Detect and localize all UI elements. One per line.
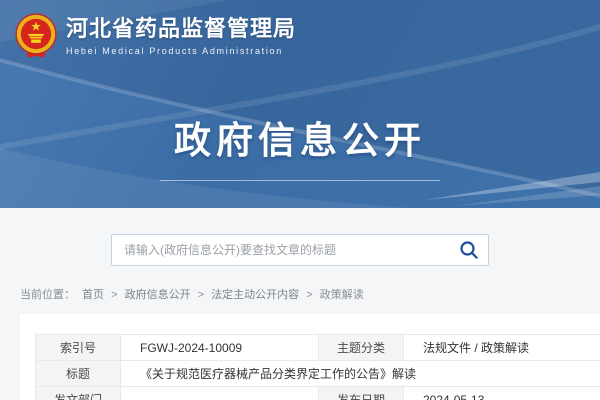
breadcrumb-link-home[interactable]: 首页 xyxy=(82,289,104,301)
subject-category-label: 主题分类 xyxy=(319,335,404,361)
search-box xyxy=(111,234,489,266)
breadcrumb-link-statutory-content[interactable]: 法定主动公开内容 xyxy=(211,289,299,301)
publish-date-value: 2024-05-13 xyxy=(404,387,600,400)
table-row: 发文部门 发布日期 2024-05-13 xyxy=(36,387,600,400)
breadcrumb-link-info-disclosure[interactable]: 政府信息公开 xyxy=(125,289,191,301)
site-title: 河北省药品监督管理局 xyxy=(66,16,296,42)
site-header: 河北省药品监督管理局 Hebei Medical Products Admini… xyxy=(0,0,600,208)
issuing-department-label: 发文部门 xyxy=(36,387,121,400)
banner-underline xyxy=(160,180,440,181)
table-row: 索引号 FGWJ-2024-10009 主题分类 法规文件 / 政策解读 xyxy=(36,335,600,361)
banner-title: 政府信息公开 xyxy=(0,110,600,164)
index-number-label: 索引号 xyxy=(36,335,121,361)
site-subtitle: Hebei Medical Products Administration xyxy=(66,46,296,56)
breadcrumb-separator: > xyxy=(198,289,204,301)
breadcrumb-prefix: 当前位置： xyxy=(20,289,75,301)
search-input[interactable] xyxy=(112,235,488,265)
breadcrumb-current-policy-interpretation: 政策解读 xyxy=(320,289,364,301)
search-button[interactable] xyxy=(458,240,480,262)
site-logo: 河北省药品监督管理局 Hebei Medical Products Admini… xyxy=(14,13,296,59)
breadcrumb-separator: > xyxy=(306,289,312,301)
breadcrumb: 当前位置： 首页 > 政府信息公开 > 法定主动公开内容 > 政策解读 xyxy=(20,286,600,302)
table-row: 标题 《关于规范医疗器械产品分类界定工作的公告》解读 xyxy=(36,361,600,387)
publish-date-label: 发布日期 xyxy=(319,387,404,400)
subject-category-value: 法规文件 / 政策解读 xyxy=(404,335,600,361)
index-number-value: FGWJ-2024-10009 xyxy=(121,335,319,361)
title-label: 标题 xyxy=(36,361,121,387)
breadcrumb-separator: > xyxy=(111,289,117,301)
search-icon xyxy=(459,240,479,260)
document-info-table: 索引号 FGWJ-2024-10009 主题分类 法规文件 / 政策解读 标题 … xyxy=(35,334,600,400)
page: 河北省药品监督管理局 Hebei Medical Products Admini… xyxy=(0,0,600,400)
title-value: 《关于规范医疗器械产品分类界定工作的公告》解读 xyxy=(121,361,600,387)
national-emblem-icon xyxy=(14,13,58,59)
search-section xyxy=(0,208,600,266)
issuing-department-value xyxy=(121,387,319,400)
document-info-card: 索引号 FGWJ-2024-10009 主题分类 法规文件 / 政策解读 标题 … xyxy=(20,314,600,400)
